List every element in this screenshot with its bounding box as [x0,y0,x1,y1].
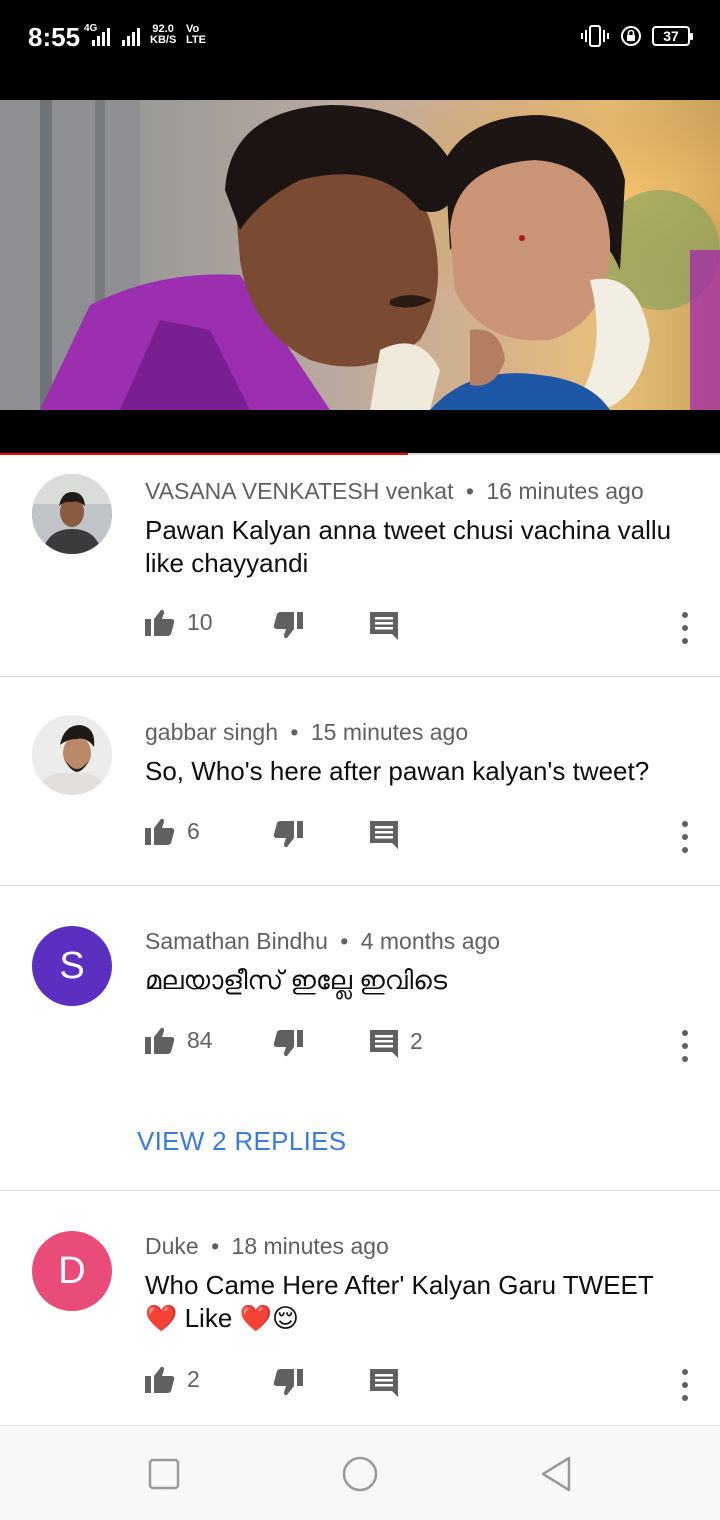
reply-button[interactable] [370,821,398,849]
separator: • [211,1233,220,1259]
avatar[interactable] [32,715,112,795]
avatar-photo [32,474,112,554]
avatar[interactable] [32,474,112,554]
like-button[interactable]: 6 [145,817,200,845]
avatar[interactable]: S [32,926,112,1006]
dislike-button[interactable] [273,1369,303,1397]
circle-home-icon[interactable] [340,1454,380,1494]
video-progress-bar[interactable] [0,453,720,455]
comment-time: 15 minutes ago [310,719,469,745]
dislike-button[interactable] [273,1030,303,1058]
video-thumbnail [0,100,720,410]
dislike-button[interactable] [273,821,303,849]
vibrate-icon [581,25,609,47]
comment-author[interactable]: gabbar singh [145,719,278,745]
speed-unit: KB/S [150,34,177,46]
like-count: 84 [187,1026,213,1053]
reply-button[interactable]: 2 [370,1027,423,1058]
video-progress-fill [0,453,409,455]
like-button[interactable]: 84 [145,1026,213,1054]
volte-bottom: LTE [186,34,206,46]
comment-actions: 84 2 [145,1026,720,1066]
comment-icon [370,821,398,849]
comment-time: 16 minutes ago [486,478,644,504]
comment-meta: Samathan Bindhu • 4 months ago [145,928,500,955]
system-nav-bar [0,1425,720,1520]
like-button[interactable]: 2 [145,1365,200,1393]
reply-button[interactable] [370,1369,398,1397]
avatar-letter: S [59,944,85,987]
comment-author[interactable]: VASANA VENKATESH venkat [145,478,454,504]
more-vert-icon[interactable] [680,821,690,853]
comment-item: gabbar singh • 15 minutes ago So, Who's … [0,677,720,886]
reply-button[interactable] [370,612,398,640]
like-count: 6 [187,817,200,844]
status-time: 8:55 [28,22,81,52]
comment-text: മലയാളീസ് ഇല്ലേ ഇവിടെ [145,965,448,995]
comment-author[interactable]: Samathan Bindhu [145,928,328,954]
comment-item: D Duke • 18 minutes ago Who Came Here Af… [0,1191,720,1425]
rotation-lock-icon [621,26,641,46]
comment-icon [370,1030,398,1058]
separator: • [465,478,474,504]
comment-text: Pawan Kalyan anna tweet chusi vachina va… [145,515,672,578]
signal-icon [92,28,110,46]
comment-meta: gabbar singh • 15 minutes ago [145,719,468,746]
triangle-back-icon[interactable] [536,1454,576,1494]
like-count: 10 [187,608,213,635]
status-bar: 8:55 4G 92.0 KB/S Vo LTE 37 [0,0,720,100]
volte-indicator: Vo LTE [186,24,206,46]
thumbs-up-icon [145,1366,175,1393]
signal-icon-2 [122,28,140,46]
more-vert-icon[interactable] [680,1369,690,1401]
thumbs-up-icon [145,609,175,636]
status-right: 37 [580,24,693,48]
network-speed: 92.0 KB/S [150,24,176,46]
comment-time: 4 months ago [360,928,501,954]
comment-meta: VASANA VENKATESH venkat • 16 minutes ago [145,478,644,505]
dislike-button[interactable] [273,612,303,640]
comment-actions: 2 [145,1365,720,1405]
comment-text: Who Came Here After' Kalyan Garu TWEET ❤… [145,1270,654,1333]
separator: • [290,719,299,745]
battery-icon: 37 [652,26,693,46]
view-replies-link[interactable]: VIEW 2 REPLIES [137,1126,346,1157]
square-recents-icon[interactable] [144,1454,184,1494]
thumbs-down-icon [273,1030,303,1057]
thumbs-up-icon [145,1027,175,1054]
comment-author[interactable]: Duke [145,1233,199,1259]
more-vert-icon[interactable] [680,612,690,644]
like-count: 2 [187,1365,200,1392]
comment-item: S Samathan Bindhu • 4 months ago മലയാളീസ… [0,886,720,1191]
comment-item: VASANA VENKATESH venkat • 16 minutes ago… [0,458,720,677]
comment-icon [370,1369,398,1397]
more-vert-icon[interactable] [680,1030,690,1062]
reply-count: 2 [410,1027,423,1054]
comment-actions: 6 [145,817,720,857]
thumbs-down-icon [273,821,303,848]
video-frame-image [0,100,720,410]
thumbs-up-icon [145,818,175,845]
avatar-photo [32,715,112,795]
video-player[interactable] [0,100,720,455]
thumbs-down-icon [273,612,303,639]
avatar[interactable]: D [32,1231,112,1311]
avatar-letter: D [58,1249,86,1292]
like-button[interactable]: 10 [145,608,213,636]
comment-meta: Duke • 18 minutes ago [145,1233,389,1260]
comment-time: 18 minutes ago [231,1233,389,1259]
comment-icon [370,612,398,640]
thumbs-down-icon [273,1369,303,1396]
comment-text: So, Who's here after pawan kalyan's twee… [145,756,650,786]
comment-actions: 10 [145,608,720,648]
separator: • [340,928,349,954]
